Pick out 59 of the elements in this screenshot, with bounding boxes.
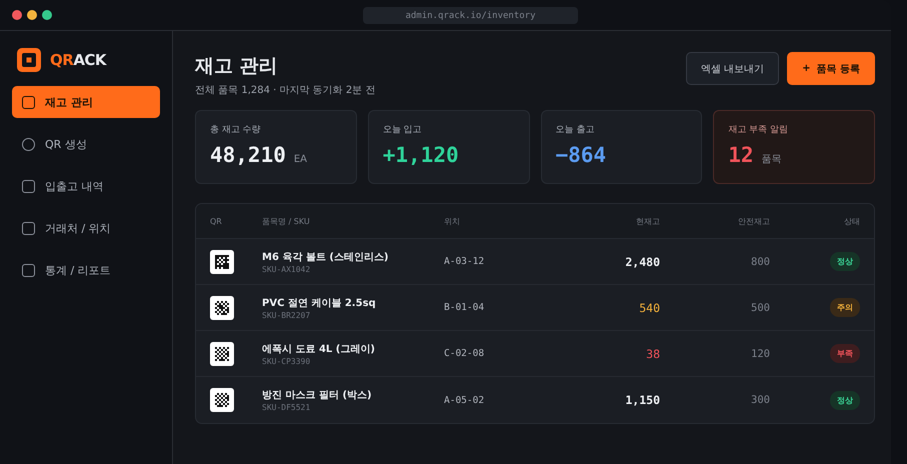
maximize-window-dot[interactable] [42,10,52,20]
stat-unit: 품목 [762,153,782,166]
sidebar-item[interactable]: QR 생성 [12,128,160,160]
qr-code-icon [210,388,234,412]
stat-label: 오늘 출고 [556,124,596,136]
item-sku: SKU-AX1042 [262,264,312,274]
export-button[interactable]: 엑셀 내보내기 [686,52,780,85]
stat-label: 재고 부족 알림 [728,124,789,136]
item-sku: SKU-DF5521 [262,403,312,412]
column-header: 안전재고 [737,216,770,226]
sidebar-item[interactable]: 재고 관리 [12,86,160,118]
safety-stock-cell-text: 300 [750,394,770,406]
stat-value: 12 [728,143,754,167]
item-name: M6 육각 볼트 (스테인리스) [262,250,390,264]
stock-cell-text: 2,480 [624,254,660,268]
logo-icon [17,48,41,72]
location-cell-text: C-02-08 [444,348,486,359]
add-item-button[interactable]: + 품목 등록 [787,52,875,85]
stat-value: 48,210 [210,143,286,167]
qr-code-icon [210,296,234,320]
stat-label: 오늘 입고 [382,124,423,136]
safety-stock-cell-text: 800 [750,256,770,268]
status-badge: 정상 [830,390,860,410]
stock-cell-text: 540 [638,300,660,314]
item-sku: SKU-CP3390 [262,356,312,366]
location-cell-text: B-01-04 [444,302,486,313]
page-subtitle: 전체 품목 1,284 · 마지막 동기화 2분 전 [195,84,376,97]
stat-unit: EA [294,154,308,165]
minimize-window-dot[interactable] [27,10,37,20]
qr-code-icon [210,250,234,274]
close-window-dot[interactable] [12,10,22,20]
item-name: PVC 절연 케이블 2.5sq [262,296,377,310]
sidebar-item[interactable]: 통계 / 리포트 [12,254,160,286]
column-header: 위치 [444,216,461,226]
stat-value: +1,120 [382,143,459,167]
item-sku: SKU-BR2207 [262,310,312,320]
page-title: 재고 관리 [195,54,279,79]
safety-stock-cell-text: 500 [750,302,770,314]
column-header: 상태 [843,216,860,226]
item-name: 에폭시 도료 4L (그레이) [262,342,376,356]
qr-code-icon [210,342,234,366]
stat-value: −864 [556,143,606,167]
status-badge: 주의 [830,298,860,317]
location-cell-text: A-05-02 [444,394,486,406]
status-badge: 정상 [830,252,860,271]
address-bar[interactable]: admin.qrack.io/inventory [363,7,578,24]
status-badge: 부족 [830,344,860,363]
stat-label: 총 재고 수량 [210,124,262,136]
column-header: QR [210,216,223,226]
column-header: 품목명 / SKU [262,216,311,226]
column-header: 현재고 [635,216,660,226]
stock-cell-text: 38 [645,346,660,360]
sidebar-item[interactable]: 입출고 내역 [12,170,160,202]
stock-cell-text: 1,150 [624,393,660,407]
brand-name: QRACK [50,51,106,69]
safety-stock-cell-text: 120 [750,348,770,360]
sidebar-item[interactable]: 거래처 / 위치 [12,212,160,244]
item-name: 방진 마스크 필터 (박스) [262,389,373,402]
location-cell-text: A-03-12 [444,256,486,267]
